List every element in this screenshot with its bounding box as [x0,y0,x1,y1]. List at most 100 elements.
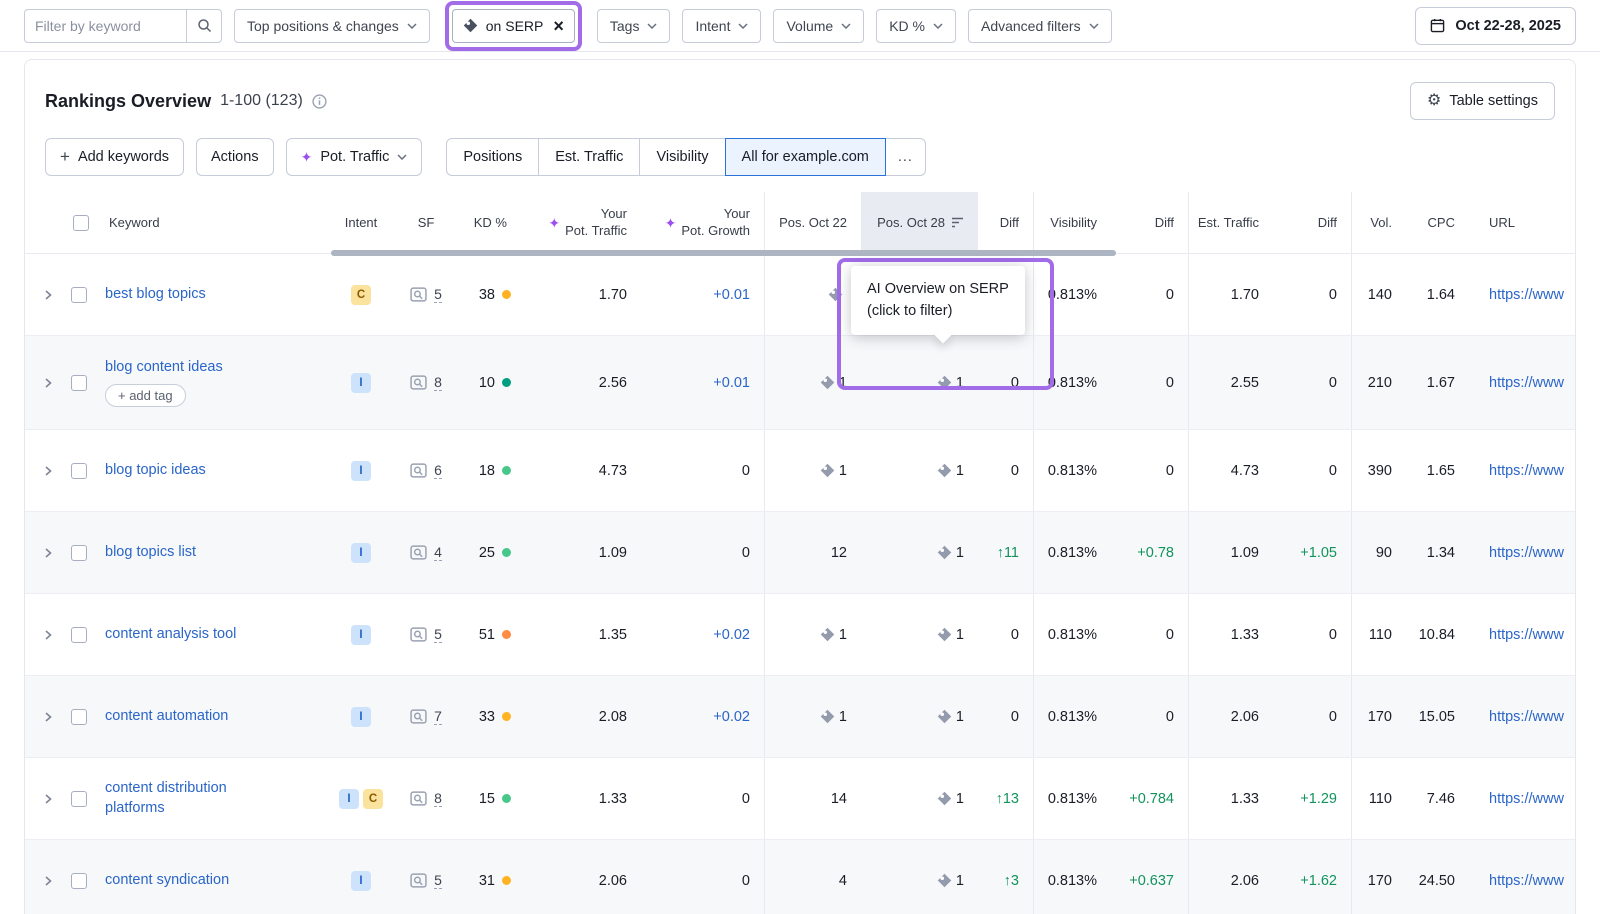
serp-features-count[interactable]: 5 [434,626,442,644]
expand-row-icon[interactable] [43,711,55,723]
horizontal-scrollbar[interactable] [331,250,1116,256]
on-serp-filter-chip[interactable]: on SERP × [452,9,575,43]
serp-features-count[interactable]: 5 [434,872,442,890]
url-link[interactable]: https://www [1489,709,1564,725]
keyword-link[interactable]: blog topic ideas [105,461,206,481]
date-range-picker[interactable]: Oct 22-28, 2025 [1415,7,1576,45]
volume-dropdown[interactable]: Volume [773,9,864,43]
tab-positions[interactable]: Positions [446,138,539,176]
keyword-filter-input[interactable] [24,9,186,43]
position-oct28: 1 [861,758,978,839]
url-link[interactable]: https://www [1489,375,1564,391]
intent-badge-C: C [363,789,383,809]
col-header-pos-oct22[interactable]: Pos. Oct 22 [764,192,861,253]
expand-row-icon[interactable] [43,465,55,477]
serp-features-count[interactable]: 8 [434,374,442,392]
keyword-link[interactable]: best blog topics [105,285,206,305]
remove-filter-icon[interactable]: × [553,17,564,35]
keyword-link[interactable]: content analysis tool [105,625,236,645]
search-button[interactable] [186,9,222,43]
col-header-keyword[interactable]: Keyword [25,192,331,253]
url-link[interactable]: https://www [1489,545,1564,561]
ai-overview-icon[interactable] [937,873,952,888]
expand-row-icon[interactable] [43,875,55,887]
advanced-filters-dropdown[interactable]: Advanced filters [968,9,1112,43]
serp-features-count[interactable]: 8 [434,790,442,808]
expand-row-icon[interactable] [43,629,55,641]
col-header-pot-growth[interactable]: ✦ YourPot. Growth [641,192,764,253]
serp-features-count[interactable]: 6 [434,462,442,480]
pot-traffic-value: 1.35 [521,594,641,675]
ai-overview-icon[interactable] [937,545,952,560]
row-checkbox[interactable] [71,375,87,391]
tab-all-for-domain[interactable]: All for example.com [725,138,886,176]
pot-traffic-dropdown[interactable]: ✦ Pot. Traffic [286,138,423,176]
expand-row-icon[interactable] [43,547,55,559]
serp-features-count[interactable]: 7 [434,708,442,726]
keyword-link[interactable]: content syndication [105,871,229,891]
expand-row-icon[interactable] [43,377,55,389]
col-header-diff-pos[interactable]: Diff [978,192,1033,253]
pot-traffic-value: 4.73 [521,430,641,511]
serp-features-count[interactable]: 5 [434,286,442,304]
row-checkbox[interactable] [71,627,87,643]
url-link[interactable]: https://www [1489,463,1564,479]
pot-growth-value: +0.02 [641,594,764,675]
row-checkbox[interactable] [71,463,87,479]
url-link[interactable]: https://www [1489,791,1564,807]
row-checkbox[interactable] [71,791,87,807]
ai-overview-icon[interactable] [820,375,835,390]
keyword-link[interactable]: content automation [105,707,228,727]
ai-overview-icon[interactable] [820,709,835,724]
col-header-pos-oct28[interactable]: Pos. Oct 28 [861,192,978,253]
col-header-cpc[interactable]: CPC [1406,192,1469,253]
more-tabs-button[interactable]: ... [885,138,926,176]
row-checkbox[interactable] [71,287,87,303]
ai-overview-icon[interactable] [820,627,835,642]
ai-overview-icon[interactable] [937,791,952,806]
visibility-value: 0.813% [1033,336,1111,429]
actions-button[interactable]: Actions [196,138,274,176]
ai-overview-icon[interactable] [937,709,952,724]
add-tag-button[interactable]: + add tag [105,384,186,407]
col-header-kd[interactable]: KD % [461,192,521,253]
ai-overview-icon[interactable] [937,375,952,390]
row-checkbox[interactable] [71,545,87,561]
rankings-overview-panel: Rankings Overview 1-100 (123) ⚙ Table se… [24,59,1576,914]
tab-est-traffic[interactable]: Est. Traffic [538,138,640,176]
col-header-est-traffic[interactable]: Est. Traffic [1188,192,1273,253]
row-checkbox[interactable] [71,873,87,889]
serp-features-count[interactable]: 4 [434,544,442,562]
table-row: content distribution platformsIC8151.330… [25,758,1575,840]
ai-overview-icon[interactable] [828,287,843,302]
info-icon[interactable] [312,94,327,109]
row-checkbox[interactable] [71,709,87,725]
table-settings-button[interactable]: ⚙ Table settings [1410,82,1555,120]
col-header-diff-est[interactable]: Diff [1273,192,1351,253]
intent-dropdown[interactable]: Intent [682,9,761,43]
url-link[interactable]: https://www [1489,627,1564,643]
url-link[interactable]: https://www [1489,873,1564,889]
position-oct22: 14 [764,758,861,839]
url-link[interactable]: https://www [1489,287,1564,303]
keyword-link[interactable]: content distribution platforms [105,779,275,818]
col-header-pot-traffic[interactable]: ✦ YourPot. Traffic [521,192,641,253]
expand-row-icon[interactable] [43,793,55,805]
col-header-diff-visibility[interactable]: Diff [1111,192,1188,253]
top-positions-dropdown[interactable]: Top positions & changes [234,9,430,43]
ai-overview-icon[interactable] [937,463,952,478]
ai-overview-icon[interactable] [937,627,952,642]
ai-overview-icon[interactable] [820,463,835,478]
visibility-value: 0.813% [1033,840,1111,914]
tab-visibility[interactable]: Visibility [639,138,725,176]
cpc-value: 24.50 [1406,840,1469,914]
keyword-link[interactable]: blog content ideas [105,358,223,378]
add-keywords-button[interactable]: + Add keywords [45,138,184,176]
expand-row-icon[interactable] [43,289,55,301]
keyword-link[interactable]: blog topics list [105,543,196,563]
col-header-visibility[interactable]: Visibility [1033,192,1111,253]
select-all-checkbox[interactable] [73,215,89,231]
tags-dropdown[interactable]: Tags [597,9,671,43]
kd-dropdown[interactable]: KD % [876,9,956,43]
col-header-volume[interactable]: Vol. [1351,192,1406,253]
